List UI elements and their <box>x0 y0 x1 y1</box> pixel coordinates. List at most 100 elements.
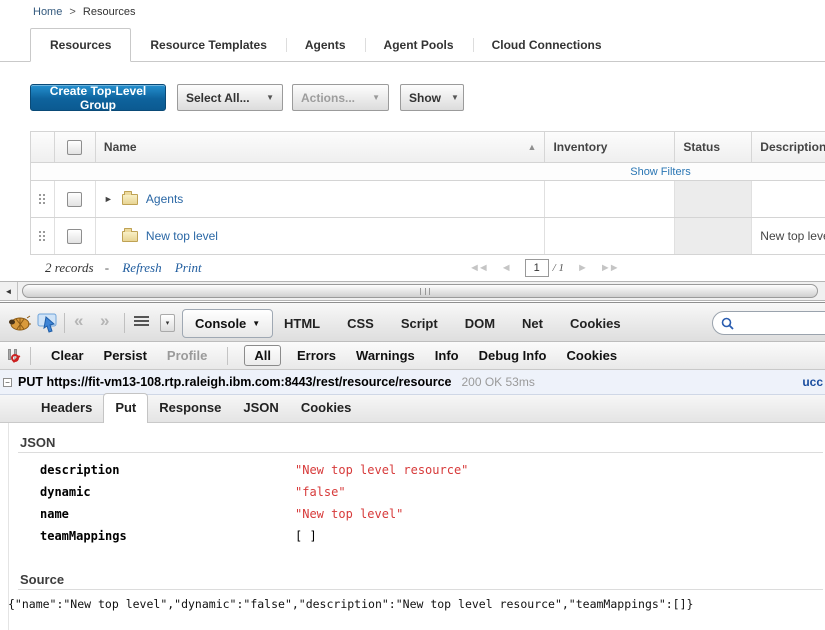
caret-down-icon: ▼ <box>372 93 380 102</box>
first-page-icon[interactable]: ◄◄ <box>469 262 487 274</box>
filter-all-button[interactable]: All <box>244 345 281 366</box>
resource-link[interactable]: New top level <box>146 229 218 243</box>
print-link[interactable]: Print <box>175 260 202 275</box>
panel-tab-console[interactable]: Console ▼ <box>182 309 273 338</box>
subtab-headers[interactable]: Headers <box>30 394 103 422</box>
request-method-url: PUT https://fit-vm13-108.rtp.raleigh.ibm… <box>18 375 451 389</box>
tab-agent-pools[interactable]: Agent Pools <box>365 29 473 61</box>
record-count: 2 records <box>45 260 94 275</box>
breadcrumb: Home > Resources <box>33 6 135 18</box>
filter-info-button[interactable]: Info <box>435 348 459 363</box>
actions-label: Actions... <box>301 91 355 105</box>
panel-tab-script[interactable]: Script <box>401 316 438 331</box>
firebug-panel-tabs: HTML CSS Script DOM Net Cookies <box>284 303 621 343</box>
show-filters-row: Show Filters <box>31 163 825 181</box>
sort-ascending-icon: ▲ <box>528 142 537 152</box>
filter-warnings-button[interactable]: Warnings <box>356 348 415 363</box>
expand-arrow-icon[interactable]: ► <box>104 194 118 204</box>
row-grip-cell[interactable] <box>31 218 55 254</box>
row-status-cell <box>675 218 752 254</box>
show-dropdown[interactable]: Show ▼ <box>400 84 464 111</box>
request-source-code: {"name":"New top level","dynamic":"false… <box>8 597 825 611</box>
json-section-title: JSON <box>20 435 55 450</box>
header-grip-column <box>31 132 55 162</box>
tab-resources[interactable]: Resources <box>30 28 131 62</box>
network-log-row[interactable]: − PUT https://fit-vm13-108.rtp.raleigh.i… <box>0 370 825 395</box>
collapse-icon[interactable]: − <box>3 378 12 387</box>
filter-debug-info-button[interactable]: Debug Info <box>479 348 547 363</box>
breadcrumb-home-link[interactable]: Home <box>33 6 62 18</box>
folder-icon <box>122 194 138 205</box>
scroll-left-button[interactable]: ◄ <box>0 282 18 300</box>
panel-tab-css[interactable]: CSS <box>347 316 374 331</box>
resources-table: Name ▲ Inventory Status Description Show… <box>30 131 825 255</box>
search-input[interactable] <box>739 316 819 330</box>
filter-errors-button[interactable]: Errors <box>297 348 336 363</box>
screen: Home > Resources Resources Resource Temp… <box>0 0 825 630</box>
panel-tab-dom[interactable]: DOM <box>465 316 495 331</box>
toolbar-separator <box>64 313 65 333</box>
caret-down-icon: ▼ <box>252 319 260 328</box>
section-divider <box>18 452 823 453</box>
header-name[interactable]: Name ▲ <box>96 132 546 162</box>
row-inventory-cell <box>545 218 675 254</box>
previous-page-icon[interactable]: ◄ <box>501 262 510 274</box>
firebug-logo-icon[interactable] <box>7 314 31 332</box>
json-entry: name "New top level" <box>40 507 69 521</box>
inspect-element-icon[interactable] <box>37 313 59 333</box>
next-page-icon[interactable]: ► <box>577 262 586 274</box>
drag-handle-icon[interactable] <box>39 231 45 242</box>
row-status-cell <box>675 181 752 217</box>
horizontal-scrollbar[interactable]: ◄ <box>0 281 825 301</box>
break-on-errors-icon[interactable] <box>8 349 20 363</box>
subtab-response[interactable]: Response <box>148 394 232 422</box>
panel-tab-net[interactable]: Net <box>522 316 543 331</box>
panel-tab-cookies[interactable]: Cookies <box>570 316 621 331</box>
filter-cookies-button[interactable]: Cookies <box>567 348 618 363</box>
json-entry: dynamic "false" <box>40 485 91 499</box>
subtab-json[interactable]: JSON <box>232 394 289 422</box>
row-name-cell: ► Agents <box>96 181 546 217</box>
forward-icon[interactable]: » <box>100 311 109 331</box>
firebug-toolbar: « » ▾ Console ▼ HTML CSS Script DOM Net … <box>0 302 825 342</box>
actions-dropdown[interactable]: Actions... ▼ <box>292 84 389 111</box>
tab-cloud-connections[interactable]: Cloud Connections <box>473 29 621 61</box>
profile-button[interactable]: Profile <box>167 348 207 363</box>
persist-button[interactable]: Persist <box>104 348 147 363</box>
select-all-dropdown[interactable]: Select All... ▼ <box>177 84 283 111</box>
last-page-icon[interactable]: ►► <box>600 262 618 274</box>
options-caret-button[interactable]: ▾ <box>160 314 175 332</box>
tab-agents[interactable]: Agents <box>286 29 365 61</box>
menu-icon[interactable] <box>134 316 149 328</box>
scrollbar-grip-icon <box>420 288 430 295</box>
header-description[interactable]: Description <box>752 132 825 162</box>
header-inventory[interactable]: Inventory <box>545 132 675 162</box>
firebug-search-box <box>712 311 825 335</box>
filterbar-separator <box>227 347 228 365</box>
table-row[interactable]: New top level New top level resource <box>31 218 825 255</box>
tab-resource-templates[interactable]: Resource Templates <box>131 29 286 61</box>
row-checkbox[interactable] <box>67 192 82 207</box>
table-row[interactable]: ► Agents <box>31 181 825 218</box>
request-detail-panel: JSON description "New top level resource… <box>0 423 825 630</box>
panel-tab-html[interactable]: HTML <box>284 316 320 331</box>
scrollbar-thumb[interactable] <box>22 284 818 298</box>
row-checkbox[interactable] <box>67 229 82 244</box>
refresh-link[interactable]: Refresh <box>122 260 161 275</box>
header-status[interactable]: Status <box>675 132 752 162</box>
row-inventory-cell <box>545 181 675 217</box>
drag-handle-icon[interactable] <box>39 194 45 205</box>
caret-down-icon: ▼ <box>266 93 274 102</box>
subtab-put[interactable]: Put <box>103 393 148 423</box>
select-all-checkbox[interactable] <box>67 140 82 155</box>
subtab-cookies[interactable]: Cookies <box>290 394 363 422</box>
source-reference-link[interactable]: ucc <box>802 375 823 389</box>
back-icon[interactable]: « <box>74 311 83 331</box>
show-filters-link[interactable]: Show Filters <box>630 166 691 178</box>
resource-link[interactable]: Agents <box>146 192 183 206</box>
select-all-label: Select All... <box>186 91 250 105</box>
page-number-input[interactable] <box>525 259 549 277</box>
clear-button[interactable]: Clear <box>51 348 84 363</box>
create-top-level-group-button[interactable]: Create Top-Level Group <box>30 84 166 111</box>
row-grip-cell[interactable] <box>31 181 55 217</box>
